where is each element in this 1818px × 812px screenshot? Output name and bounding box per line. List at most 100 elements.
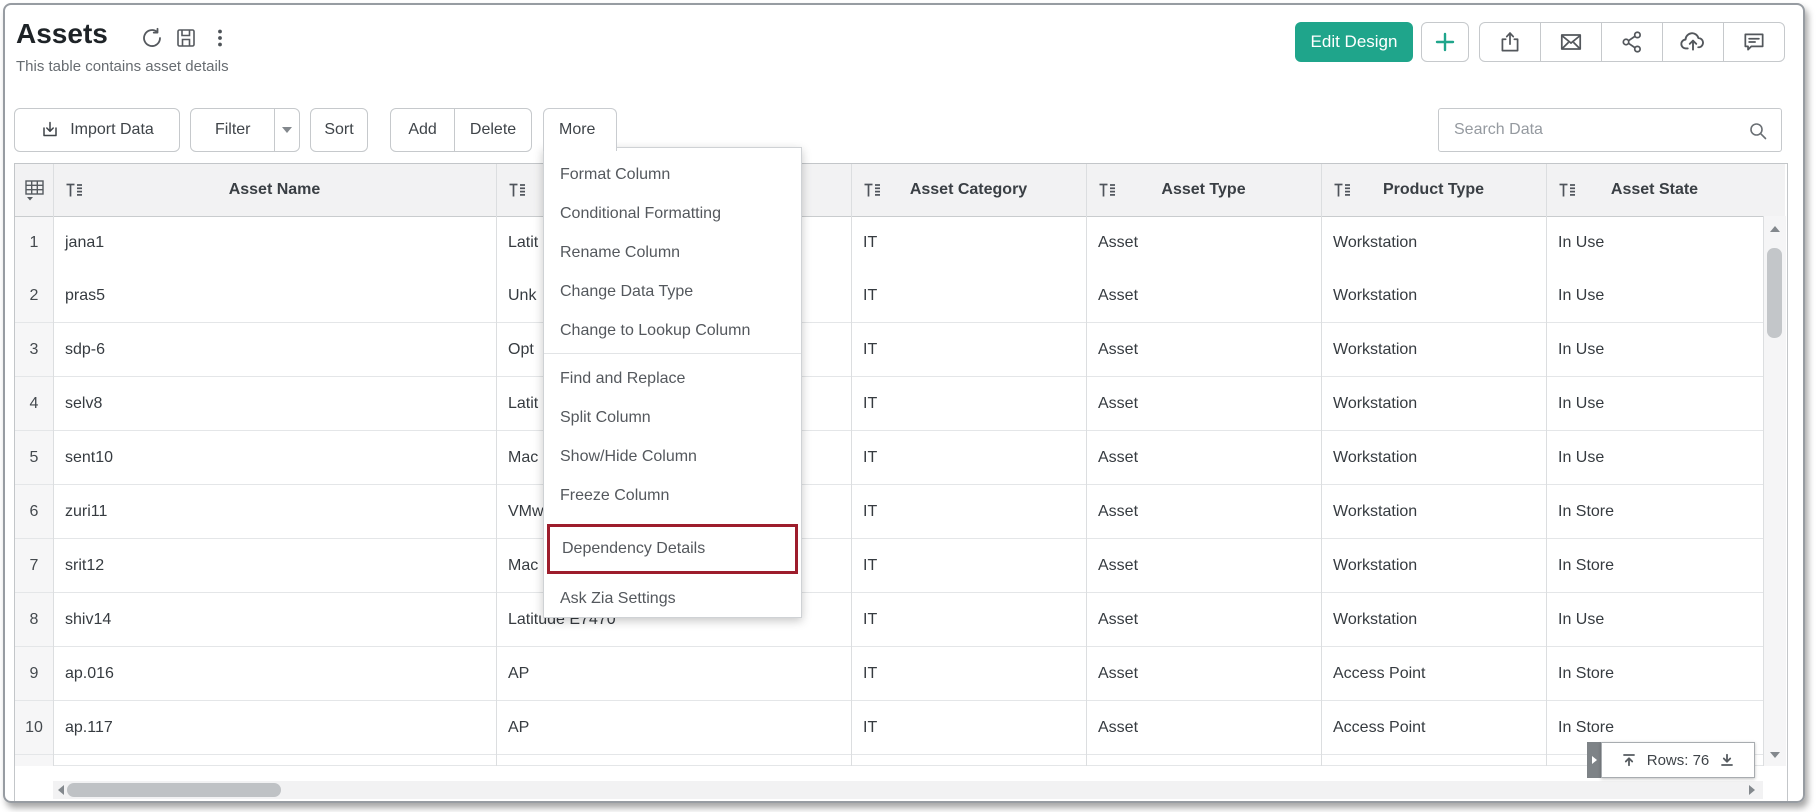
column-header-asset-category[interactable]: Asset Category bbox=[851, 164, 1086, 216]
row-number[interactable]: 1 bbox=[15, 216, 53, 269]
menu-item-dependency-details[interactable]: Dependency Details bbox=[550, 527, 795, 571]
cell-asset-category: IT bbox=[851, 485, 1086, 538]
menu-divider bbox=[544, 353, 801, 354]
jump-to-top-icon[interactable] bbox=[1621, 752, 1637, 768]
horizontal-scrollbar[interactable] bbox=[53, 781, 1763, 799]
row-number[interactable]: 5 bbox=[15, 431, 53, 484]
cell-asset-type: Asset bbox=[1086, 593, 1321, 646]
cell-product-type: Access Point bbox=[1321, 647, 1546, 700]
horizontal-scrollbar-thumb[interactable] bbox=[67, 783, 281, 797]
more-button[interactable]: More bbox=[543, 108, 617, 151]
delete-button[interactable]: Delete bbox=[455, 109, 531, 151]
cell-product-type: Workstation bbox=[1321, 377, 1546, 430]
menu-item-split-column[interactable]: Split Column bbox=[548, 398, 797, 437]
vertical-scrollbar[interactable] bbox=[1763, 216, 1786, 766]
cell-product-type: Access Point bbox=[1321, 701, 1546, 754]
menu-item-freeze-column[interactable]: Freeze Column bbox=[548, 476, 797, 515]
menu-item-change-to-lookup-column[interactable]: Change to Lookup Column bbox=[548, 311, 797, 350]
column-header-label: Asset Category bbox=[910, 181, 1027, 198]
scroll-up-icon[interactable] bbox=[1770, 226, 1780, 232]
column-header-asset-type[interactable]: Asset Type bbox=[1086, 164, 1321, 216]
cell-asset-type: Asset bbox=[1086, 539, 1321, 592]
cell-asset-name: zuri11 bbox=[53, 485, 496, 538]
table-row[interactable]: 2 pras5 Unk IT Asset Workstation In Use bbox=[15, 269, 1763, 323]
data-table: Asset Name Asset Category bbox=[14, 163, 1788, 802]
row-number[interactable]: 6 bbox=[15, 485, 53, 538]
scroll-right-icon[interactable] bbox=[1749, 785, 1755, 795]
add-delete-group: Add Delete bbox=[390, 108, 532, 152]
mail-button[interactable] bbox=[1541, 23, 1602, 61]
cloud-upload-button[interactable] bbox=[1663, 23, 1724, 61]
menu-item-show-hide-column[interactable]: Show/Hide Column bbox=[548, 437, 797, 476]
comment-button[interactable] bbox=[1724, 23, 1784, 61]
table-row[interactable]: 3 sdp-6 Opt IT Asset Workstation In Use bbox=[15, 323, 1763, 377]
filter-button[interactable]: Filter bbox=[191, 109, 275, 151]
table-row[interactable]: 7 srit12 Mac IT Asset Workstation In Sto… bbox=[15, 539, 1763, 593]
table-row[interactable]: 8 shiv14 Latitude E7470 IT Asset Worksta… bbox=[15, 593, 1763, 647]
select-all-grid-icon[interactable] bbox=[23, 179, 47, 203]
jump-to-bottom-icon[interactable] bbox=[1719, 752, 1735, 768]
cell-asset-state: In Use bbox=[1546, 216, 1763, 269]
kebab-menu-icon[interactable] bbox=[208, 26, 232, 50]
menu-item-conditional-formatting[interactable]: Conditional Formatting bbox=[548, 194, 797, 233]
add-record-button[interactable] bbox=[1421, 22, 1469, 62]
cell-col2: AP bbox=[496, 701, 851, 754]
filter-label: Filter bbox=[215, 121, 251, 139]
column-header-asset-name[interactable]: Asset Name bbox=[53, 164, 496, 216]
add-button[interactable]: Add bbox=[391, 109, 455, 151]
row-number[interactable]: 8 bbox=[15, 593, 53, 646]
refresh-icon[interactable] bbox=[140, 26, 164, 50]
rows-count-widget: Rows: 76 bbox=[1601, 742, 1755, 778]
column-divider bbox=[1321, 164, 1322, 766]
sort-button[interactable]: Sort bbox=[310, 108, 368, 152]
cell-asset-type: Asset bbox=[1086, 431, 1321, 484]
column-header-asset-state[interactable]: Asset State bbox=[1546, 164, 1763, 216]
menu-item-ask-zia-settings[interactable]: Ask Zia Settings bbox=[548, 579, 797, 618]
scroll-left-icon[interactable] bbox=[58, 785, 64, 795]
edit-design-button[interactable]: Edit Design bbox=[1295, 22, 1413, 62]
cell-asset-type: Asset bbox=[1086, 701, 1321, 754]
cell-product-type: Workstation bbox=[1321, 269, 1546, 322]
row-number[interactable]: 10 bbox=[15, 701, 53, 754]
scroll-down-icon[interactable] bbox=[1770, 752, 1780, 758]
cell-asset-state: In Store bbox=[1546, 539, 1763, 592]
column-divider bbox=[1086, 164, 1087, 766]
share-button[interactable] bbox=[1602, 23, 1663, 61]
export-button[interactable] bbox=[1480, 23, 1541, 61]
vertical-scrollbar-thumb[interactable] bbox=[1767, 248, 1782, 338]
filter-dropdown-button[interactable] bbox=[275, 109, 299, 151]
cell-product-type: Workstation bbox=[1321, 485, 1546, 538]
menu-item-find-and-replace[interactable]: Find and Replace bbox=[548, 359, 797, 398]
cell-asset-name: shiv14 bbox=[53, 593, 496, 646]
row-number[interactable]: 9 bbox=[15, 647, 53, 700]
save-icon[interactable] bbox=[174, 26, 198, 50]
row-number[interactable]: 3 bbox=[15, 323, 53, 376]
table-row[interactable]: 9 ap.016 AP IT Asset Access Point In Sto… bbox=[15, 647, 1763, 701]
cell-asset-category: IT bbox=[851, 539, 1086, 592]
text-type-icon bbox=[1333, 183, 1351, 198]
menu-item-format-column[interactable]: Format Column bbox=[548, 155, 797, 194]
record-actions-group bbox=[1479, 22, 1785, 62]
menu-item-change-data-type[interactable]: Change Data Type bbox=[548, 272, 797, 311]
table-row[interactable]: 1 jana1 Latit IT Asset Workstation In Us… bbox=[15, 216, 1763, 270]
cell-asset-state: In Use bbox=[1546, 269, 1763, 322]
menu-item-rename-column[interactable]: Rename Column bbox=[548, 233, 797, 272]
search-icon[interactable] bbox=[1747, 120, 1769, 142]
import-icon bbox=[40, 120, 60, 140]
table-row[interactable]: 4 selv8 Latit IT Asset Workstation In Us… bbox=[15, 377, 1763, 431]
column-header-product-type[interactable]: Product Type bbox=[1321, 164, 1546, 216]
more-label: More bbox=[559, 121, 595, 139]
menu-item-dependency-details-highlight[interactable]: Dependency Details bbox=[547, 524, 798, 574]
table-row[interactable]: 6 zuri11 VMw IT Asset Workstation In Sto… bbox=[15, 485, 1763, 539]
table-row[interactable]: 10 ap.117 AP IT Asset Access Point In St… bbox=[15, 701, 1763, 755]
row-number[interactable]: 4 bbox=[15, 377, 53, 430]
cell-asset-type: Asset bbox=[1086, 269, 1321, 322]
table-row[interactable]: 5 sent10 Mac IT Asset Workstation In Use bbox=[15, 431, 1763, 485]
row-number[interactable]: 2 bbox=[15, 269, 53, 322]
import-data-button[interactable]: Import Data bbox=[14, 108, 180, 152]
cell-product-type: Workstation bbox=[1321, 593, 1546, 646]
row-number[interactable]: 7 bbox=[15, 539, 53, 592]
rows-widget-collapse-handle[interactable] bbox=[1587, 742, 1601, 778]
column-header-label: Asset Name bbox=[229, 181, 321, 198]
search-input[interactable] bbox=[1452, 109, 1746, 151]
